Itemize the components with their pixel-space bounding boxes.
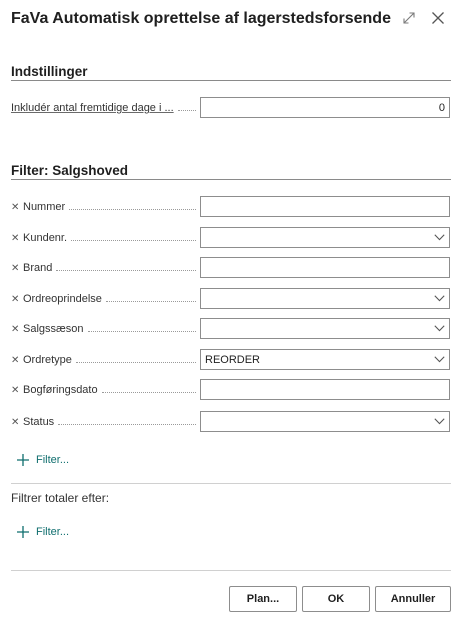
filter-field-label: ✕ Ordreoprindelse: [11, 290, 196, 308]
leader-dots: [177, 109, 196, 111]
filter-field-input[interactable]: [200, 227, 450, 248]
filter-field-input[interactable]: [200, 257, 450, 278]
plus-icon: [17, 526, 29, 538]
totals-divider: [11, 483, 451, 484]
ok-button[interactable]: OK: [302, 586, 370, 612]
filter-field-input[interactable]: [200, 196, 450, 217]
leader-dots: [71, 239, 196, 241]
add-filter-label[interactable]: Filter...: [36, 454, 69, 466]
filter-field-input[interactable]: REORDER: [200, 349, 450, 370]
remove-filter-icon[interactable]: ✕: [11, 417, 21, 428]
totals-title: Filtrer totaler efter:: [11, 491, 110, 505]
remove-filter-icon[interactable]: ✕: [11, 294, 21, 305]
leader-dots: [69, 208, 196, 210]
leader-dots: [87, 330, 196, 332]
filter-field-label: ✕ Kundenr.: [11, 229, 196, 247]
plan-button[interactable]: Plan...: [229, 586, 297, 612]
add-filter-link[interactable]: Filter...: [16, 453, 69, 467]
settings-divider: [11, 80, 451, 81]
filter-field-label-text: Salgssæson: [23, 323, 84, 335]
filter-field-label-text: Ordretype: [23, 354, 72, 366]
filter-field-label-text: Bogføringsdato: [23, 384, 98, 396]
remove-filter-icon[interactable]: ✕: [11, 202, 21, 213]
filter-field-input[interactable]: [200, 288, 450, 309]
footer-divider: [11, 570, 451, 571]
add-totals-filter-link[interactable]: Filter...: [16, 525, 69, 539]
remove-filter-icon[interactable]: ✕: [11, 324, 21, 335]
remove-filter-icon[interactable]: ✕: [11, 263, 21, 274]
filter-field-label-text: Brand: [23, 262, 53, 274]
filter-field-label-text: Ordreoprindelse: [23, 293, 102, 305]
filter-field-label-text: Kundenr.: [23, 232, 68, 244]
chevron-down-icon[interactable]: [429, 350, 449, 369]
dialog-title: FaVa Automatisk oprettelse af lagersteds…: [11, 10, 391, 27]
chevron-down-icon[interactable]: [429, 319, 449, 338]
filter-field-label: ✕ Status: [11, 413, 196, 431]
remove-filter-icon[interactable]: ✕: [11, 355, 21, 366]
future-days-label[interactable]: Inkludér antal fremtidige dage i ...: [11, 99, 196, 117]
filter-field-label-text: Status: [23, 416, 55, 428]
remove-filter-icon[interactable]: ✕: [11, 233, 21, 244]
filter-field-value: REORDER: [205, 353, 261, 366]
chevron-down-icon[interactable]: [429, 289, 449, 308]
add-totals-filter-label[interactable]: Filter...: [36, 526, 69, 538]
filter-field-label: ✕ Nummer: [11, 198, 196, 216]
filter-field-input[interactable]: [200, 318, 450, 339]
filter-field-input[interactable]: [200, 411, 450, 432]
filter-section-title: Filter: Salgshoved: [11, 163, 129, 178]
leader-dots: [101, 391, 196, 393]
filter-divider: [11, 179, 451, 180]
leader-dots: [105, 300, 196, 302]
cancel-button[interactable]: Annuller: [375, 586, 451, 612]
filter-field-input[interactable]: [200, 379, 450, 400]
filter-field-label: ✕ Salgssæson: [11, 320, 196, 338]
leader-dots: [58, 423, 196, 425]
close-icon[interactable]: [427, 7, 449, 29]
filter-field-label: ✕ Brand: [11, 259, 196, 277]
chevron-down-icon[interactable]: [429, 228, 449, 247]
settings-section-title: Indstillinger: [11, 64, 88, 79]
chevron-down-icon[interactable]: [429, 412, 449, 431]
filter-field-label-text: Nummer: [23, 201, 66, 213]
future-days-input[interactable]: 0: [200, 97, 450, 118]
filter-field-label: ✕ Ordretype: [11, 351, 196, 369]
future-days-value: 0: [438, 101, 445, 114]
filter-field-label: ✕ Bogføringsdato: [11, 381, 196, 399]
remove-filter-icon[interactable]: ✕: [11, 385, 21, 396]
leader-dots: [75, 361, 196, 363]
leader-dots: [56, 269, 196, 271]
plus-icon: [17, 454, 29, 466]
future-days-label-text[interactable]: Inkludér antal fremtidige dage i ...: [11, 102, 174, 114]
expand-icon[interactable]: [398, 7, 420, 29]
